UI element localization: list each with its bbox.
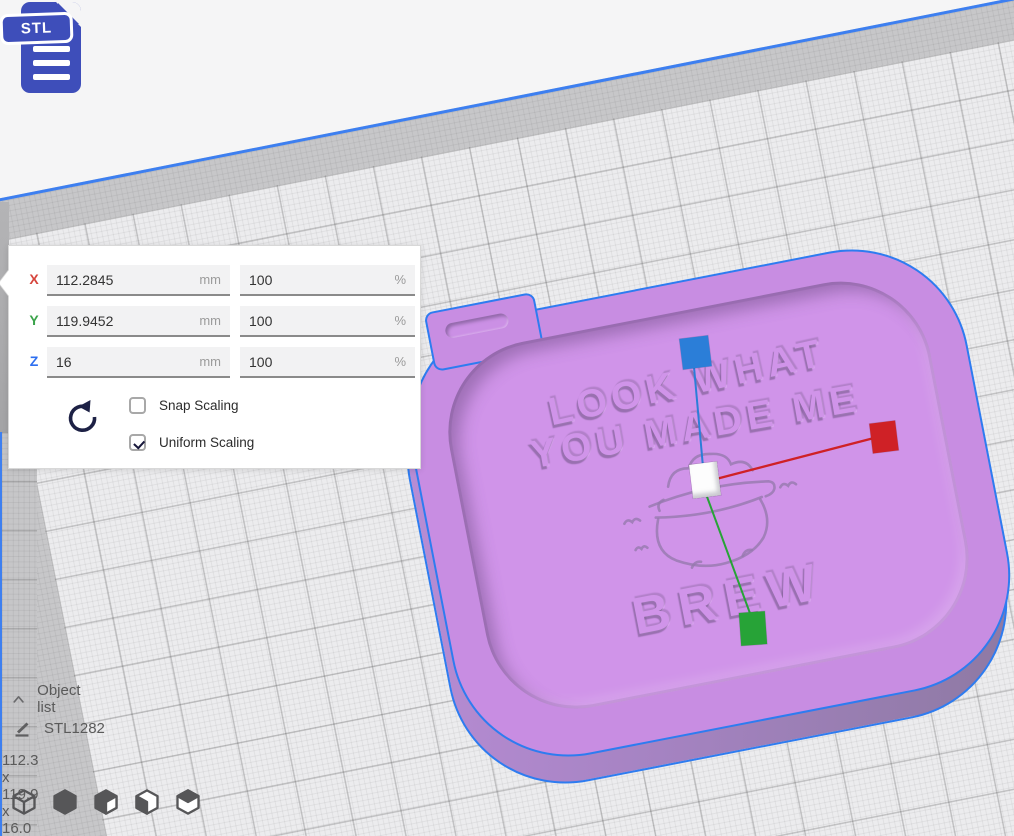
axis-label-y: Y [25, 312, 43, 328]
scale-row-x: X 112.2845 mm 100 % [9, 265, 420, 296]
view-orientation-toolbar [10, 788, 202, 816]
scale-x-percent-unit: % [394, 272, 406, 287]
scale-handle-x[interactable] [869, 421, 898, 454]
uniform-scaling-checkbox[interactable] [129, 434, 146, 451]
scale-tool-panel: X 112.2845 mm 100 % Y 119.9452 mm 100 % … [8, 245, 421, 469]
scale-y-percent-value: 100 [249, 313, 272, 329]
panel-arrow-notch [0, 270, 9, 296]
scale-handle-y[interactable] [739, 611, 767, 646]
object-list-header[interactable]: Object list [12, 682, 85, 716]
pencil-icon [12, 718, 32, 738]
snap-scaling-checkbox[interactable] [129, 397, 146, 414]
scale-x-mm-unit: mm [199, 272, 221, 287]
scale-handle-z[interactable] [679, 335, 712, 369]
scale-x-percent-value: 100 [249, 272, 272, 288]
chevron-up-icon [12, 692, 25, 706]
view-front-icon[interactable] [51, 788, 79, 816]
stl-file-icon: STL [0, 0, 100, 100]
view-left-icon[interactable] [133, 788, 161, 816]
stl-badge: STL [0, 12, 74, 46]
snap-scaling-label: Snap Scaling [159, 398, 239, 413]
scale-y-percent-unit: % [394, 313, 406, 328]
view-top-icon[interactable] [92, 788, 120, 816]
scale-z-percent-input[interactable]: 100 % [240, 347, 415, 378]
scale-row-y: Y 119.9452 mm 100 % [9, 306, 420, 337]
scale-x-percent-input[interactable]: 100 % [240, 265, 415, 296]
scale-handle-center[interactable] [689, 461, 721, 498]
view-3d-icon[interactable] [10, 788, 38, 816]
document-line [33, 74, 70, 80]
document-line [33, 60, 70, 66]
scale-row-z: Z 16 mm 100 % [9, 347, 420, 378]
scale-z-percent-value: 100 [249, 354, 272, 370]
scale-z-mm-unit: mm [199, 354, 221, 369]
scale-y-mm-input[interactable]: 119.9452 mm [47, 306, 230, 337]
document-line [33, 46, 70, 52]
scale-y-percent-input[interactable]: 100 % [240, 306, 415, 337]
uniform-scaling-row[interactable]: Uniform Scaling [129, 434, 254, 451]
reset-scale-button[interactable] [61, 398, 99, 438]
scale-z-mm-input[interactable]: 16 mm [47, 347, 230, 378]
scale-y-mm-unit: mm [199, 313, 221, 328]
scale-x-mm-input[interactable]: 112.2845 mm [47, 265, 230, 296]
model-hanger-slot [444, 312, 510, 339]
uniform-scaling-label: Uniform Scaling [159, 435, 254, 450]
snap-scaling-row[interactable]: Snap Scaling [129, 397, 239, 414]
object-list-title: Object list [37, 682, 85, 716]
scale-z-mm-value: 16 [56, 354, 72, 370]
slicer-window: LOOK WHAT YOU MADE ME [0, 0, 1014, 836]
axis-label-x: X [25, 271, 43, 287]
axis-label-z: Z [25, 353, 43, 369]
view-right-icon[interactable] [174, 788, 202, 816]
object-list-item-name: STL1282 [44, 720, 105, 737]
scale-z-percent-unit: % [394, 354, 406, 369]
reset-icon [61, 398, 99, 438]
object-list-item[interactable]: STL1282 [12, 718, 105, 738]
scale-x-mm-value: 112.2845 [56, 272, 113, 288]
scale-y-mm-value: 119.9452 [56, 313, 113, 329]
